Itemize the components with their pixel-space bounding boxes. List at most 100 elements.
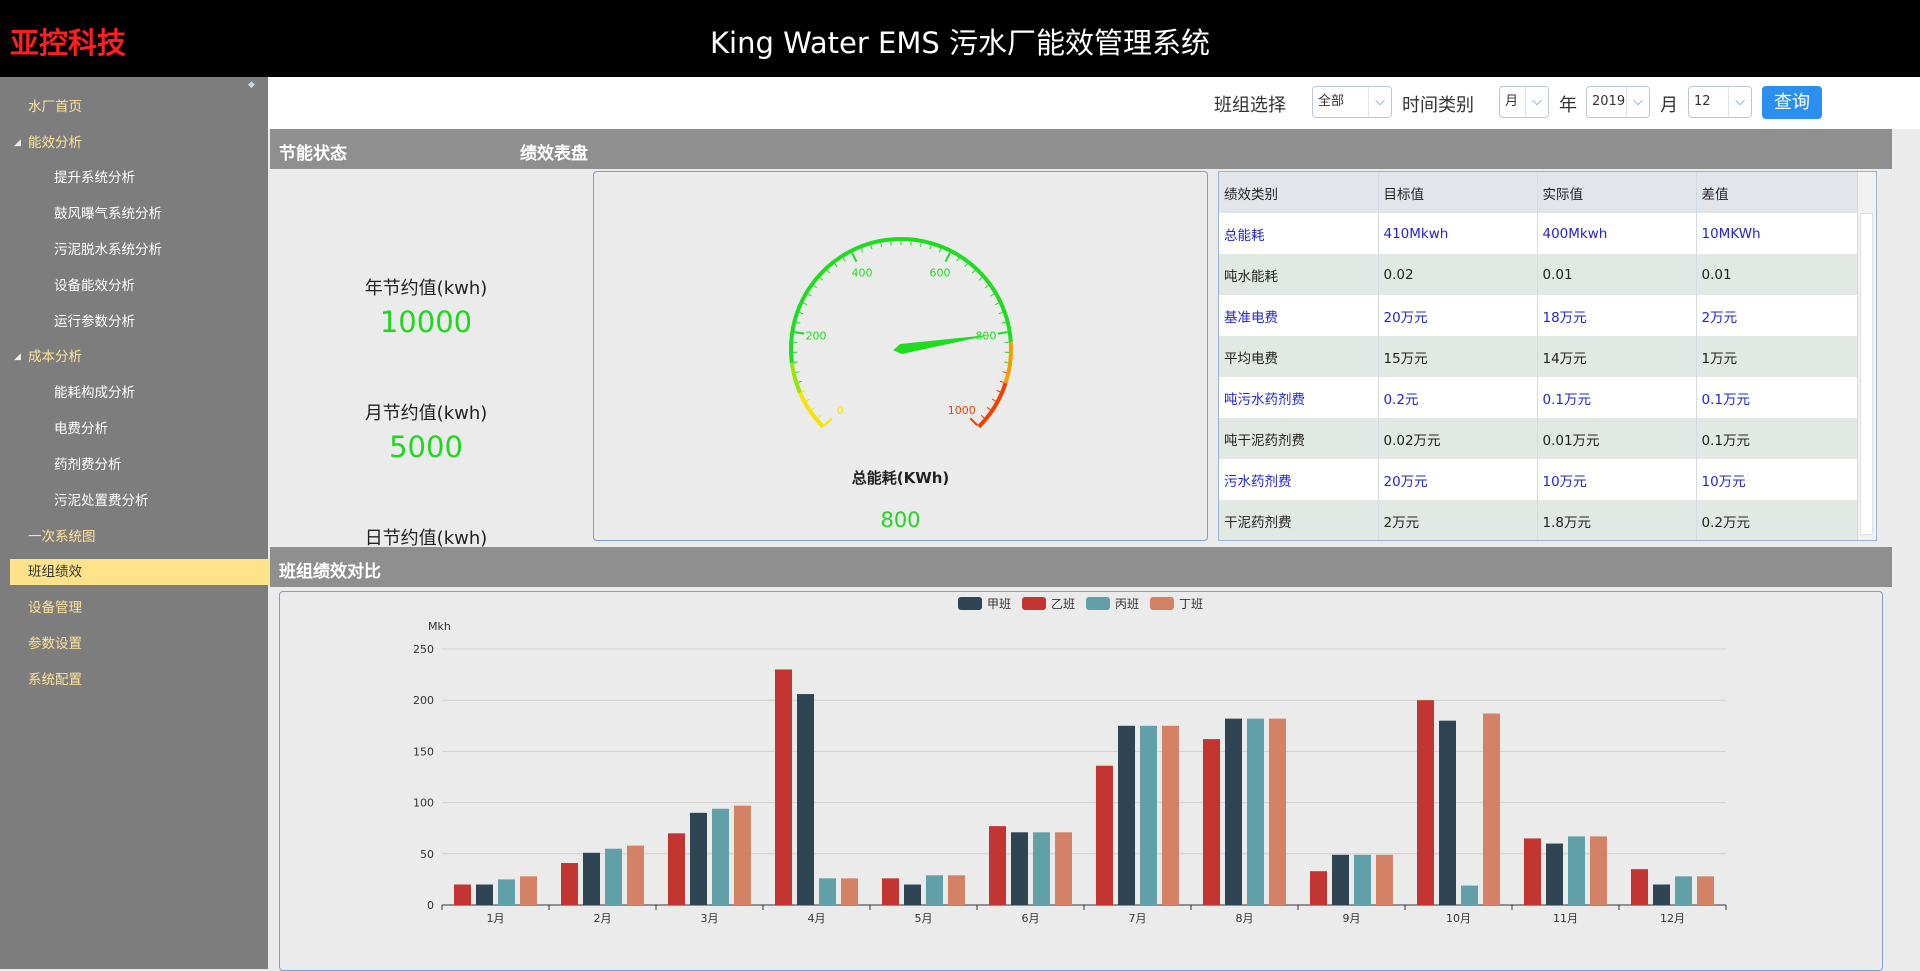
gauge-tick xyxy=(998,332,1008,334)
sidebar-item[interactable]: 设备能效分析 xyxy=(10,273,302,299)
kpi-month-label: 月节约值(kwh) xyxy=(270,399,582,425)
bar xyxy=(1376,855,1393,905)
table-cell[interactable]: 20万元 xyxy=(1378,295,1537,336)
bar xyxy=(1140,726,1157,905)
bar xyxy=(1247,719,1264,905)
sidebar-item[interactable]: 药剂费分析 xyxy=(10,452,302,478)
table-scrollbar[interactable] xyxy=(1857,172,1876,540)
x-tick-label: 7月 xyxy=(1129,912,1147,925)
year-select-value: 2019 xyxy=(1592,94,1625,109)
gauge-tick xyxy=(825,418,832,425)
gauge-tick xyxy=(992,399,996,401)
x-tick-label: 3月 xyxy=(701,912,719,925)
sidebar-item-label: 运行参数分析 xyxy=(54,314,135,330)
table-cell[interactable]: 410Mkwh xyxy=(1378,213,1537,254)
sidebar-item[interactable]: 能耗构成分析 xyxy=(10,380,302,406)
query-button[interactable]: 查询 xyxy=(1762,86,1822,119)
table-cell[interactable]: 10万元 xyxy=(1537,459,1696,500)
gauge-tick xyxy=(981,415,984,418)
sidebar-item[interactable]: ◢成本分析 xyxy=(10,344,276,370)
gauge-arc-low xyxy=(800,393,823,427)
bar xyxy=(1354,855,1371,905)
bar xyxy=(1697,876,1714,905)
table-cell[interactable]: 2万元 xyxy=(1696,295,1859,336)
table-cell[interactable]: 吨污水药剂费 xyxy=(1219,377,1378,418)
table-cell[interactable]: 0.1万元 xyxy=(1537,377,1696,418)
table-cell[interactable]: 总能耗 xyxy=(1219,213,1378,254)
bar xyxy=(1675,876,1692,905)
bar xyxy=(841,878,858,905)
bar xyxy=(520,876,537,905)
bar xyxy=(1332,855,1349,905)
bar xyxy=(1417,700,1434,905)
table-header-row: 绩效类别 目标值 实际值 差值 xyxy=(1219,172,1859,213)
gauge-tick xyxy=(1004,362,1008,363)
gauge-value: 800 xyxy=(594,508,1207,532)
sidebar-item[interactable]: 鼓风曝气系统分析 xyxy=(10,201,302,227)
x-tick-label: 8月 xyxy=(1236,912,1254,925)
table-cell[interactable]: 10MKWh xyxy=(1696,213,1859,254)
table-cell: 0.01 xyxy=(1696,254,1859,295)
sidebar-item[interactable]: 电费分析 xyxy=(10,416,302,442)
bar xyxy=(1631,869,1648,905)
table-cell[interactable]: 0.1万元 xyxy=(1696,377,1859,418)
table-cell[interactable]: 18万元 xyxy=(1537,295,1696,336)
kpi-panel: 年节约值(kwh) 10000 月节约值(kwh) 5000 日节约值(kwh)… xyxy=(270,169,582,542)
x-tick-label: 6月 xyxy=(1022,912,1040,925)
sidebar-item[interactable]: ◢能效分析 xyxy=(10,130,276,156)
gauge-tick xyxy=(972,270,975,273)
gauge-tick xyxy=(1002,322,1006,323)
sidebar-item[interactable]: 水厂首页 xyxy=(10,94,276,120)
bar xyxy=(712,809,729,905)
gauge-tick xyxy=(796,322,800,323)
table-cell[interactable]: 400Mkwh xyxy=(1537,213,1696,254)
sidebar-item[interactable]: 污泥处置费分析 xyxy=(10,488,302,514)
gauge-tick xyxy=(957,258,959,261)
table-cell[interactable]: 污水药剂费 xyxy=(1219,459,1378,500)
gauge-tick xyxy=(996,390,1000,392)
team-comparison-chart: 050100150200250Mkh1月2月3月4月5月6月7月8月9月10月1… xyxy=(280,592,1882,970)
sidebar-item[interactable]: 参数设置 xyxy=(10,631,276,657)
bar xyxy=(583,853,600,905)
bar xyxy=(882,878,899,905)
legend-label: 甲班 xyxy=(987,597,1011,611)
sidebar-item[interactable]: 一次系统图 xyxy=(10,524,276,550)
sidebar-item-label: 能耗构成分析 xyxy=(54,385,135,401)
sidebar-item[interactable]: 设备管理 xyxy=(10,595,276,621)
bar xyxy=(476,885,493,905)
sidebar-item[interactable]: 班组绩效 xyxy=(10,559,276,585)
bar xyxy=(734,806,751,905)
gauge-tick xyxy=(852,253,857,262)
sidebar-item-label: 能效分析 xyxy=(28,135,82,151)
collapse-sidebar-icon[interactable]: ◆ xyxy=(248,80,260,88)
bar xyxy=(454,885,471,905)
bar xyxy=(1162,726,1179,905)
scrollbar-thumb[interactable] xyxy=(1860,213,1873,535)
gauge-tick xyxy=(806,399,810,401)
team-comparison-chart-panel: 050100150200250Mkh1月2月3月4月5月6月7月8月9月10月1… xyxy=(279,591,1883,971)
table-cell[interactable]: 0.2元 xyxy=(1378,377,1537,418)
sidebar-item[interactable]: 污泥脱水系统分析 xyxy=(10,237,302,263)
sidebar-item[interactable]: 系统配置 xyxy=(10,667,276,693)
team-select[interactable]: 全部 ⌵ xyxy=(1312,86,1392,118)
kpi-month-value: 5000 xyxy=(270,430,582,464)
table-cell: 0.01万元 xyxy=(1537,418,1696,459)
y-tick-label: 0 xyxy=(427,899,434,912)
gauge-tick xyxy=(802,390,806,392)
gauge-tick xyxy=(999,312,1003,313)
sidebar-item[interactable]: 运行参数分析 xyxy=(10,309,302,335)
year-select[interactable]: 2019 ⌵ xyxy=(1586,86,1650,118)
x-tick-label: 5月 xyxy=(915,912,933,925)
table-cell[interactable]: 10万元 xyxy=(1696,459,1859,500)
gauge-tick xyxy=(835,264,837,267)
gauge-tick xyxy=(803,303,807,305)
y-tick-label: 200 xyxy=(413,694,434,707)
time-type-select[interactable]: 月 ⌵ xyxy=(1499,86,1549,118)
sidebar-item[interactable]: 提升系统分析 xyxy=(10,165,302,191)
table-cell[interactable]: 20万元 xyxy=(1378,459,1537,500)
table-cell[interactable]: 基准电费 xyxy=(1219,295,1378,336)
bar xyxy=(1568,836,1585,905)
table-row: 吨污水药剂费0.2元0.1万元0.1万元 xyxy=(1219,377,1859,418)
bar xyxy=(926,875,943,905)
month-select[interactable]: 12 ⌵ xyxy=(1688,86,1752,118)
